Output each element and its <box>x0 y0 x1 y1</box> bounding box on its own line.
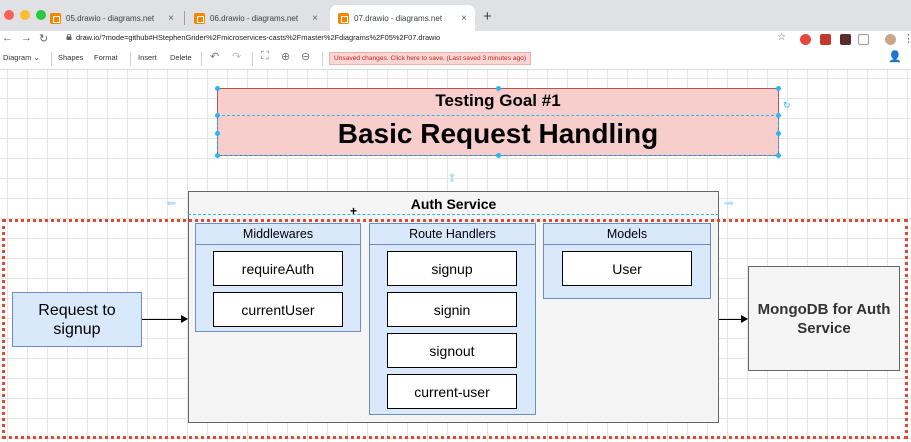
close-window-icon[interactable] <box>4 10 14 20</box>
url-field[interactable]: draw.io/?mode=github#HStephenGrider%2Fmi… <box>76 33 440 42</box>
browser-tab-bar: 05.drawio - diagrams.net × 06.drawio - d… <box>0 0 911 31</box>
minimize-window-icon[interactable] <box>20 10 30 20</box>
forward-arrow-icon[interactable]: → <box>21 32 32 44</box>
toolbar-divider <box>130 52 131 66</box>
extension-icon[interactable] <box>820 34 831 45</box>
resize-handle[interactable] <box>496 153 501 158</box>
tab-label: 06.drawio - diagrams.net <box>210 13 299 23</box>
drawio-toolbar: Diagram ⌄ Shapes Format Insert Delete ↶ … <box>0 48 911 70</box>
delete-button[interactable]: Delete <box>170 53 192 62</box>
user-icon[interactable]: 👤 <box>888 50 902 63</box>
profile-avatar[interactable] <box>885 34 896 45</box>
drawio-favicon-icon <box>50 12 61 24</box>
goal-title: Testing Goal #1 <box>435 91 561 110</box>
back-arrow-icon[interactable]: ← <box>2 32 13 44</box>
move-cursor-icon: + <box>350 204 358 218</box>
resize-handle[interactable] <box>496 86 501 91</box>
rotate-handle-icon[interactable]: ↻ <box>783 100 791 111</box>
diagram-menu-label: Diagram <box>3 53 32 62</box>
connect-arrow-left-icon[interactable]: ⬅ <box>166 196 176 210</box>
insert-button[interactable]: Insert <box>138 53 157 62</box>
resize-handle[interactable] <box>776 131 781 136</box>
close-tab-icon[interactable]: × <box>312 13 318 24</box>
fit-page-icon[interactable]: ⛶ <box>261 50 269 63</box>
tab-label: 05.drawio - diagrams.net <box>66 13 155 23</box>
zoom-out-icon[interactable]: ⊖ <box>301 50 310 63</box>
connect-arrow-up-icon[interactable]: ⬆ <box>447 171 457 185</box>
resize-handle[interactable] <box>776 113 781 118</box>
resize-handle[interactable] <box>215 131 220 136</box>
resize-handle[interactable] <box>776 153 781 158</box>
extension-icon[interactable] <box>800 34 811 45</box>
close-tab-icon[interactable]: × <box>168 13 174 24</box>
connect-arrow-right-icon[interactable]: ➡ <box>724 196 734 210</box>
tab-label: 07.drawio - diagrams.net <box>354 13 443 23</box>
tab-divider <box>184 11 185 25</box>
bookmark-star-icon[interactable]: ☆ <box>777 32 786 43</box>
auth-service-title: Auth Service <box>188 193 719 215</box>
shapes-button[interactable]: Shapes <box>58 53 83 62</box>
goal-subtitle: Basic Request Handling <box>337 118 659 149</box>
close-tab-icon[interactable]: × <box>461 13 467 24</box>
tab-07-drawio[interactable]: 07.drawio - diagrams.net × <box>330 5 475 31</box>
format-button[interactable]: Format <box>94 53 118 62</box>
zoom-in-icon[interactable]: ⊕ <box>281 50 290 63</box>
redo-icon[interactable]: ↷ <box>232 50 241 63</box>
drawio-favicon-icon <box>338 12 349 24</box>
resize-handle[interactable] <box>215 153 220 158</box>
lock-icon <box>66 34 72 40</box>
drawio-favicon-icon <box>194 12 205 24</box>
new-tab-button[interactable]: + <box>483 8 492 25</box>
extension-icon[interactable] <box>858 34 869 45</box>
resize-handle[interactable] <box>776 86 781 91</box>
highlight-dotted-region <box>2 219 908 439</box>
resize-handle[interactable] <box>215 86 220 91</box>
tab-05-drawio[interactable]: 05.drawio - diagrams.net × <box>42 5 182 31</box>
browser-menu-icon[interactable]: ⋮ <box>903 32 911 45</box>
resize-handle[interactable] <box>215 113 220 118</box>
diagram-canvas[interactable]: Testing Goal #1 Basic Request Handling ↻… <box>0 70 911 442</box>
toolbar-divider <box>201 52 202 66</box>
toolbar-divider <box>252 52 253 66</box>
unsaved-changes-notice[interactable]: Unsaved changes. Click here to save. (La… <box>329 52 532 65</box>
extension-icon[interactable] <box>840 34 851 45</box>
address-bar: ← → ↻ draw.io/?mode=github#HStephenGride… <box>0 31 911 48</box>
reload-icon[interactable]: ↻ <box>39 32 48 45</box>
diagram-menu[interactable]: Diagram ⌄ <box>3 53 40 62</box>
undo-icon[interactable]: ↶ <box>210 50 219 63</box>
toolbar-divider <box>51 52 52 66</box>
tab-06-drawio[interactable]: 06.drawio - diagrams.net × <box>186 5 326 31</box>
toolbar-divider <box>322 52 323 66</box>
